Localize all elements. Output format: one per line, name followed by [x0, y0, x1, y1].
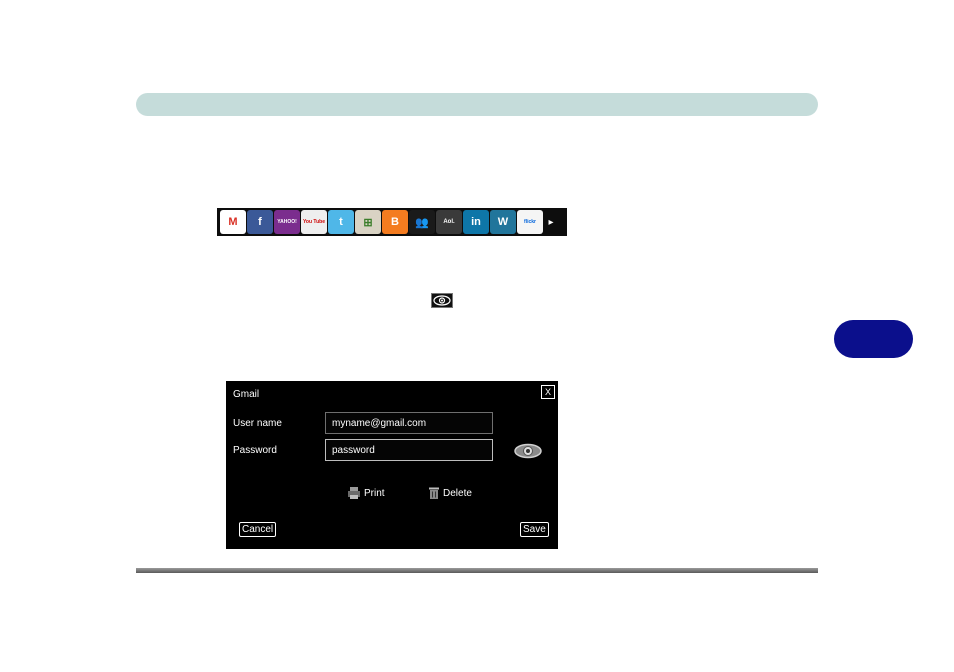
gmail-login-dialog: Gmail X User name Password Print — [226, 381, 558, 549]
dialog-title: Gmail — [233, 389, 260, 400]
username-label: User name — [233, 418, 282, 429]
cancel-button[interactable]: Cancel — [239, 522, 277, 537]
linkedin-icon[interactable]: in — [463, 210, 489, 234]
printer-icon — [348, 487, 360, 499]
close-button[interactable]: X — [541, 385, 555, 399]
print-button[interactable]: Print — [347, 486, 385, 500]
delete-button[interactable]: Delete — [428, 486, 472, 500]
manual-page: Mf YAHOO! You Tube t ⊞ B 👥 Aol. in Wflickr ▸ Gmail… — [0, 0, 954, 672]
trash-icon — [429, 487, 439, 499]
blogger-icon[interactable]: B — [382, 210, 408, 234]
chapter-tab — [834, 320, 913, 358]
gmail-icon[interactable]: M — [220, 210, 246, 234]
aol-icon[interactable]: Aol. — [436, 210, 462, 234]
scroll-right-arrow-icon[interactable]: ▸ — [544, 210, 558, 234]
delete-label: Delete — [443, 487, 472, 499]
myspace-icon[interactable]: 👥 — [409, 210, 435, 234]
header-bar — [136, 93, 818, 116]
wordpress-icon[interactable]: W — [490, 210, 516, 234]
windows-live-icon[interactable]: ⊞ — [355, 210, 381, 234]
flickr-icon[interactable]: flickr — [517, 210, 543, 234]
eye-icon — [431, 293, 453, 308]
print-label: Print — [364, 487, 385, 499]
password-label: Password — [233, 445, 277, 456]
social-icon-toolbar: Mf YAHOO! You Tube t ⊞ B 👥 Aol. in Wflickr ▸ — [217, 208, 567, 236]
username-input[interactable] — [325, 412, 493, 434]
twitter-icon[interactable]: t — [328, 210, 354, 234]
yahoo-icon[interactable]: YAHOO! — [274, 210, 300, 234]
show-password-eye-icon[interactable] — [513, 442, 543, 460]
facebook-icon[interactable]: f — [247, 210, 273, 234]
password-input[interactable] — [325, 439, 493, 461]
youtube-icon[interactable]: You Tube — [301, 210, 327, 234]
footer-rule — [136, 568, 818, 573]
save-button[interactable]: Save — [520, 522, 549, 537]
